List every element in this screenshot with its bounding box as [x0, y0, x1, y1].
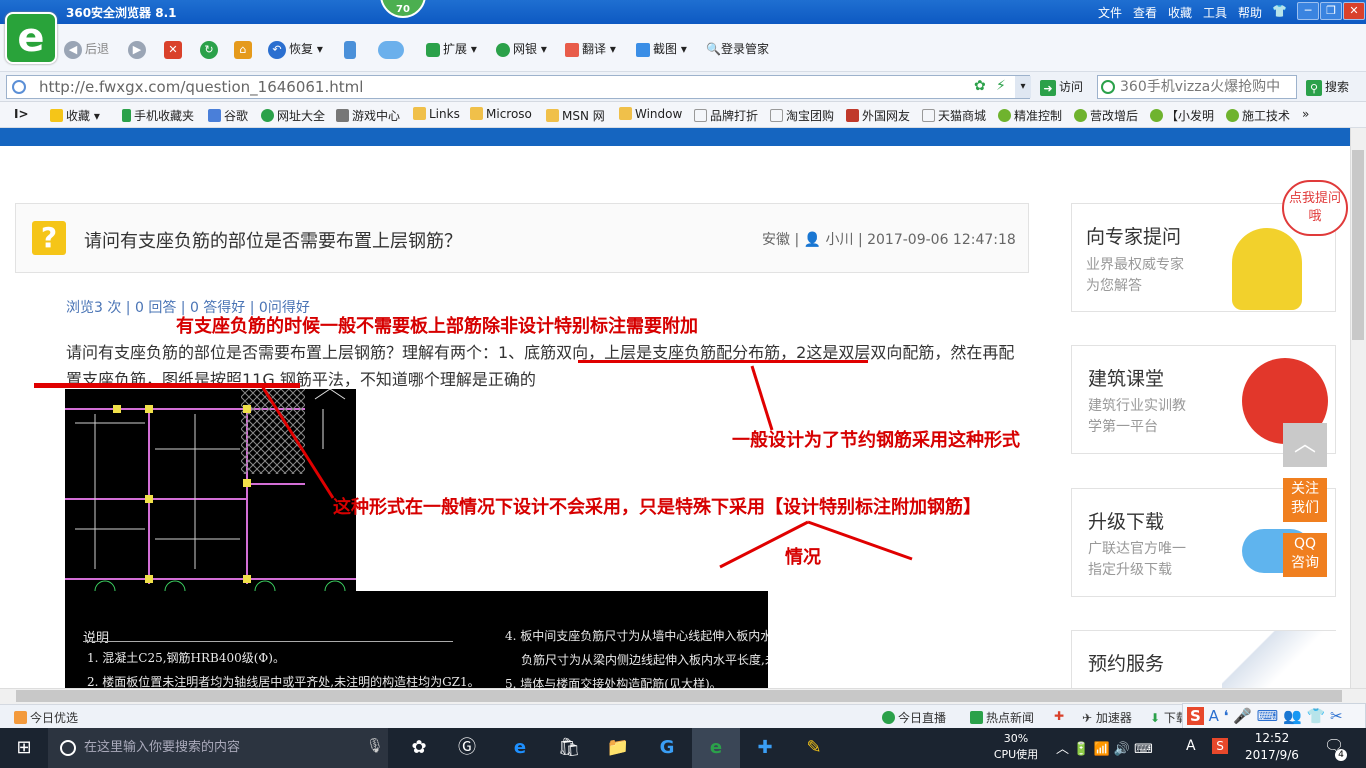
news-icon — [970, 711, 983, 724]
ime-toolbar[interactable]: S A ❛ 🎤 ⌨ 👥 👕 ✂ — [1182, 703, 1366, 729]
taskbar-search-text: 在这里输入你要搜索的内容 — [84, 740, 241, 755]
app-g-icon[interactable]: G — [643, 728, 691, 768]
ask-bubble-text: 点我提问哦 — [1288, 191, 1341, 224]
taskbar-app-2[interactable]: Ⓖ — [443, 728, 491, 768]
booking-card[interactable]: 预约服务 — [1071, 630, 1336, 689]
expert-title: 向专家提问 — [1086, 226, 1182, 248]
start-button[interactable]: ⊞ — [0, 728, 48, 768]
clock[interactable]: 12:52 2017/9/6 — [1240, 730, 1304, 764]
explorer-icon[interactable]: 📁 — [594, 728, 642, 768]
play-icon — [882, 711, 895, 724]
hot-news[interactable]: 热点新闻 — [970, 709, 1034, 726]
rocket-icon: ✈ — [1082, 711, 1093, 725]
today-picks[interactable]: 今日优选 — [14, 709, 78, 726]
accel-label: 加速器 — [1095, 711, 1132, 725]
cpu-percent: 30% — [1003, 732, 1029, 745]
clock-date: 2017/9/6 — [1245, 748, 1299, 762]
booking-title: 预约服务 — [1088, 653, 1165, 675]
upgrade-sub-1: 广联达官方唯一 — [1088, 541, 1186, 557]
sogou-tray-icon[interactable]: S — [1212, 738, 1228, 754]
upgrade-title: 升级下载 — [1088, 511, 1165, 533]
ime-mode[interactable]: A — [1186, 738, 1196, 754]
cortana-icon — [60, 740, 76, 756]
system-tray[interactable]: ︿ 🔋 📶 🔊 ⌨ — [1056, 738, 1153, 757]
back-to-top-icon[interactable]: ︿ — [1283, 423, 1327, 467]
app-plus-icon[interactable]: ✚ — [741, 728, 789, 768]
today-live[interactable]: 今日直播 — [882, 709, 946, 726]
class-title: 建筑课堂 — [1088, 368, 1165, 390]
notes-icon[interactable]: ✎ — [790, 728, 838, 768]
upgrade-sub-2: 指定升级下载 — [1088, 562, 1172, 578]
taskbar-app-1[interactable]: ✿ — [395, 728, 443, 768]
today-label: 今日优选 — [30, 711, 79, 725]
store-icon[interactable]: 🛍 — [545, 728, 593, 768]
gift-icon — [14, 711, 27, 724]
360-browser-taskbar-icon[interactable]: e — [692, 728, 740, 768]
cpu-label: CPU使用 — [993, 748, 1039, 761]
download-icon: ⬇ — [1150, 711, 1161, 725]
expert-sub-1: 业界最权威专家 — [1086, 257, 1184, 273]
live-label: 今日直播 — [898, 711, 947, 725]
microphone-icon[interactable]: 🎙 — [366, 738, 384, 754]
edge-icon[interactable]: e — [496, 728, 544, 768]
sogou-icon: S — [1187, 707, 1204, 725]
cpu-meter[interactable]: 30% CPU使用 — [990, 731, 1042, 763]
class-sub-2: 学第一平台 — [1088, 419, 1158, 435]
news-label: 热点新闻 — [986, 711, 1035, 725]
chevron-up-icon: ︿ — [1056, 742, 1070, 757]
follow-button[interactable]: 关注我们 — [1283, 478, 1327, 522]
ask-bubble[interactable]: 点我提问哦 — [1282, 180, 1348, 236]
horizontal-scroll-thumb[interactable] — [16, 690, 1342, 702]
taskbar-search[interactable]: 在这里输入你要搜索的内容 — [48, 728, 388, 768]
health-icon[interactable]: ✚ — [1054, 709, 1064, 723]
accelerator[interactable]: ✈ 加速器 — [1082, 709, 1132, 726]
handshake-image — [1222, 631, 1336, 689]
clock-time: 12:52 — [1254, 731, 1290, 745]
expert-sub-2: 为您解答 — [1086, 278, 1142, 294]
qq-consult-button[interactable]: QQ咨询 — [1283, 533, 1327, 577]
mascot-icon — [1232, 228, 1302, 310]
notification-count: 4 — [1335, 749, 1347, 761]
class-sub-1: 建筑行业实训教 — [1088, 398, 1186, 414]
